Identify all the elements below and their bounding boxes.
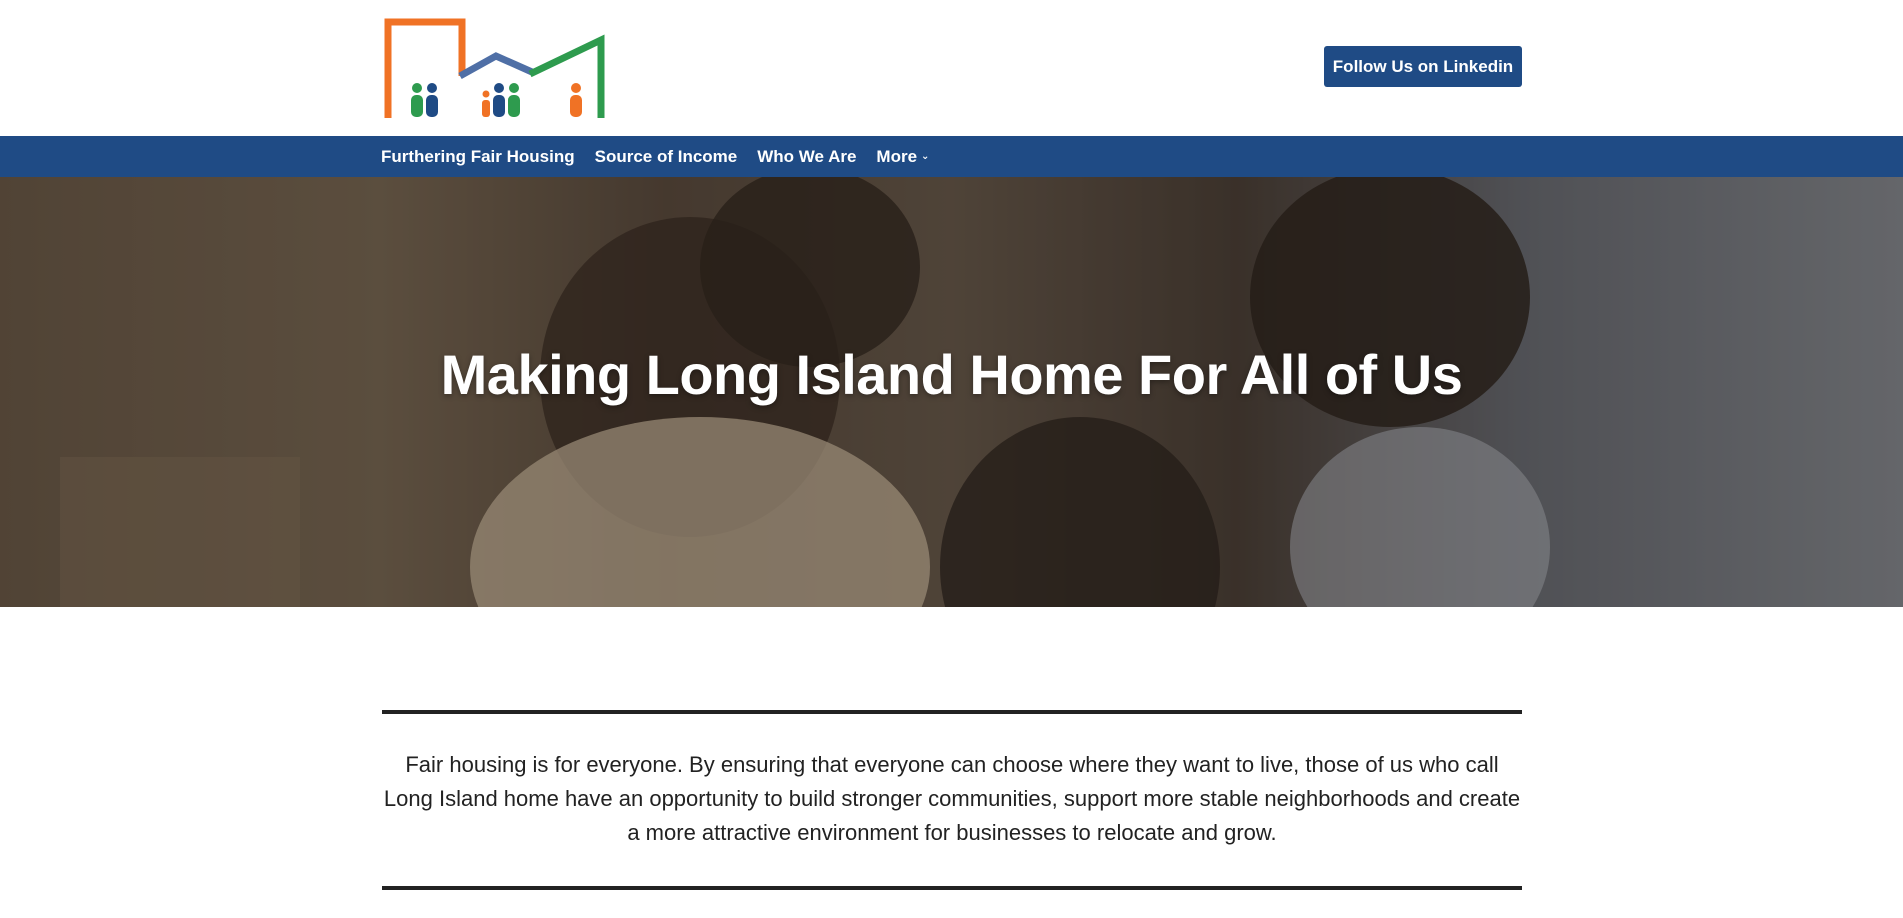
main-nav: Furthering Fair Housing Source of Income…: [0, 136, 1903, 177]
nav-item-label: Who We Are: [757, 146, 857, 166]
hero-title: Making Long Island Home For All of Us: [440, 343, 1463, 406]
nav-item-label: Furthering Fair Housing: [381, 146, 575, 166]
top-divider: [382, 710, 1522, 714]
follow-linkedin-button[interactable]: Follow Us on Linkedin: [1324, 46, 1522, 87]
nav-item-furthering-fair-housing[interactable]: Furthering Fair Housing: [381, 147, 575, 167]
logo-icon[interactable]: [382, 14, 606, 122]
nav-item-more[interactable]: More ⌄: [876, 147, 929, 167]
nav-item-label: Source of Income: [594, 146, 738, 166]
site-header: Follow Us on Linkedin: [0, 0, 1903, 136]
nav-list: Furthering Fair Housing Source of Income…: [381, 136, 949, 177]
nav-item-source-of-income[interactable]: Source of Income: [595, 147, 738, 167]
chevron-down-icon: ⌄: [921, 151, 930, 162]
bottom-divider: [382, 886, 1522, 890]
hero-banner: Making Long Island Home For All of Us: [0, 177, 1903, 607]
nav-item-label: More: [876, 146, 918, 166]
intro-text: Fair housing is for everyone. By ensurin…: [383, 752, 1521, 845]
nav-item-who-we-are[interactable]: Who We Are: [757, 147, 856, 167]
